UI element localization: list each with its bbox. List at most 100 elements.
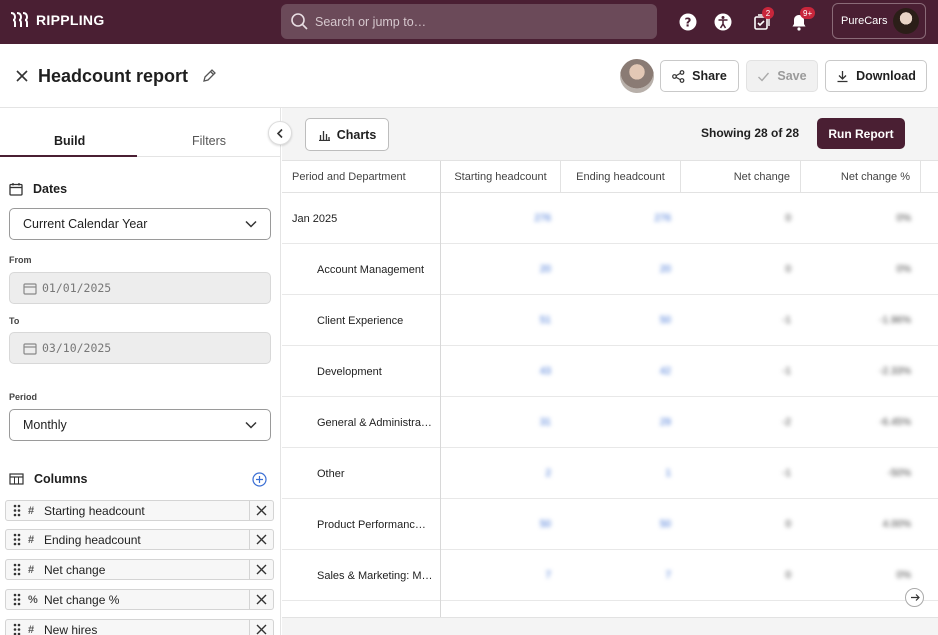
close-icon[interactable] [15,69,29,83]
row-count: Showing 28 of 28 [701,126,800,140]
scroll-right-button[interactable] [905,588,924,607]
remove-column-button[interactable] [249,589,273,610]
table-row[interactable]: Other 2 1 -1 -50% [282,448,938,499]
starting-headcount-cell[interactable]: 51 [441,295,551,346]
rippling-logo[interactable]: RIPPLING [10,12,105,28]
tab-build[interactable]: Build [54,134,85,148]
save-label: Save [777,69,807,83]
ending-headcount-cell[interactable]: 29 [561,397,671,448]
column-item[interactable]: # Ending headcount [5,529,274,550]
starting-headcount-cell[interactable]: 50 [441,499,551,550]
collapse-panel-button[interactable] [268,121,292,145]
starting-headcount-cell[interactable]: 20 [441,244,551,295]
table-row[interactable]: Product Performanc… 50 50 0 4.00% [282,499,938,550]
drag-handle-icon[interactable] [6,563,28,576]
net-change-cell: -1 [782,366,791,377]
row-label: Account Management [317,263,425,276]
column-item[interactable]: % Net change % [5,589,274,610]
drag-handle-icon[interactable] [6,533,28,546]
rippling-logo-icon [10,12,29,27]
starting-headcount-cell[interactable]: 2 [441,448,551,499]
date-range-select[interactable]: Current Calendar Year [9,208,271,240]
accessibility-icon [714,13,732,31]
starting-headcount-cell[interactable]: 43 [441,346,551,397]
period-value: Monthly [23,418,67,432]
header-net-change-pct[interactable]: Net change % [801,161,921,193]
table-row[interactable]: Sales & Marketing: M… 7 7 0 0% [282,550,938,601]
chevron-down-icon [245,421,257,429]
help-button[interactable]: ? [677,11,699,33]
close-icon [256,624,267,635]
period-select[interactable]: Monthly [9,409,271,441]
report-main: Charts Showing 28 of 28 Run Report Perio… [282,108,938,635]
close-icon [256,505,267,516]
row-label: General & Administra… [317,416,432,429]
table-columns-icon [9,473,24,485]
help-icon: ? [679,13,697,31]
ending-headcount-cell[interactable]: 1 [561,448,671,499]
ending-headcount-cell[interactable]: 276 [561,193,671,244]
bar-chart-icon [318,130,330,141]
ending-headcount-cell[interactable]: 50 [561,295,671,346]
notifications-button[interactable]: 9+ [788,7,816,33]
starting-headcount-cell[interactable]: 31 [441,397,551,448]
column-item[interactable]: # New hires [5,619,274,635]
column-item[interactable]: # Net change [5,559,274,580]
check-icon [758,72,770,82]
from-date-input[interactable]: 01/01/2025 [9,272,271,304]
table-row[interactable]: Development 43 42 -1 -2.33% [282,346,938,397]
to-date-input[interactable]: 03/10/2025 [9,332,271,364]
edit-pencil-icon[interactable] [201,68,217,84]
download-button[interactable]: Download [825,60,927,92]
share-button[interactable]: Share [660,60,739,92]
owner-avatar[interactable] [620,59,654,93]
drag-handle-icon[interactable] [6,623,28,635]
download-label: Download [856,69,916,83]
starting-headcount-cell[interactable]: 7 [441,550,551,601]
net-change-pct-cell: -2.33% [879,366,911,377]
tasks-button[interactable]: 2 [751,7,774,33]
dates-heading: Dates [9,182,67,196]
header-ending-headcount[interactable]: Ending headcount [561,161,681,193]
row-label: Jan 2025 [292,212,338,225]
net-change-pct-cell: 0% [896,213,911,224]
header-starting-headcount[interactable]: Starting headcount [441,161,561,193]
drag-handle-icon[interactable] [6,504,28,517]
table-row[interactable]: Jan 2025 276 276 0 0% [282,193,938,244]
ending-headcount-cell[interactable]: 7 [561,550,671,601]
charts-button[interactable]: Charts [305,118,389,151]
top-bar: RIPPLING ? 2 9+ PureCars [0,0,938,44]
net-change-cell: 0 [785,213,791,224]
accessibility-button[interactable] [712,11,734,33]
table-row[interactable]: Client Experience 51 50 -1 -1.96% [282,295,938,346]
column-item[interactable]: # Starting headcount [5,500,274,521]
row-label: Sales & Marketing: M… [317,569,432,582]
ending-headcount-cell[interactable]: 50 [561,499,671,550]
search-bar[interactable] [281,4,657,39]
starting-headcount-cell[interactable]: 276 [441,193,551,244]
remove-column-button[interactable] [249,559,273,580]
table-row[interactable]: Account Management 20 20 0 0% [282,244,938,295]
remove-column-button[interactable] [249,619,273,635]
company-switcher[interactable]: PureCars [832,3,926,39]
chevron-left-icon [276,128,283,138]
save-button[interactable]: Save [746,60,818,92]
ending-headcount-cell[interactable]: 42 [561,346,671,397]
header-net-change[interactable]: Net change [681,161,801,193]
table-row[interactable]: General & Administra… 31 29 -2 -6.45% [282,397,938,448]
tab-filters[interactable]: Filters [192,134,226,148]
header-period-department[interactable]: Period and Department [282,161,441,193]
remove-column-button[interactable] [249,529,273,550]
net-change-cell: -2 [782,417,791,428]
columns-heading-label: Columns [34,472,88,486]
drag-handle-icon[interactable] [6,593,28,606]
ending-headcount-cell[interactable]: 20 [561,244,671,295]
run-report-button[interactable]: Run Report [817,118,905,149]
remove-column-button[interactable] [249,500,273,521]
search-input[interactable] [315,14,635,29]
page-title: Headcount report [38,66,189,86]
from-date-value: 01/01/2025 [42,281,112,295]
close-icon [256,534,267,545]
add-column-icon[interactable] [252,472,267,487]
brand-name: RIPPLING [36,12,105,28]
